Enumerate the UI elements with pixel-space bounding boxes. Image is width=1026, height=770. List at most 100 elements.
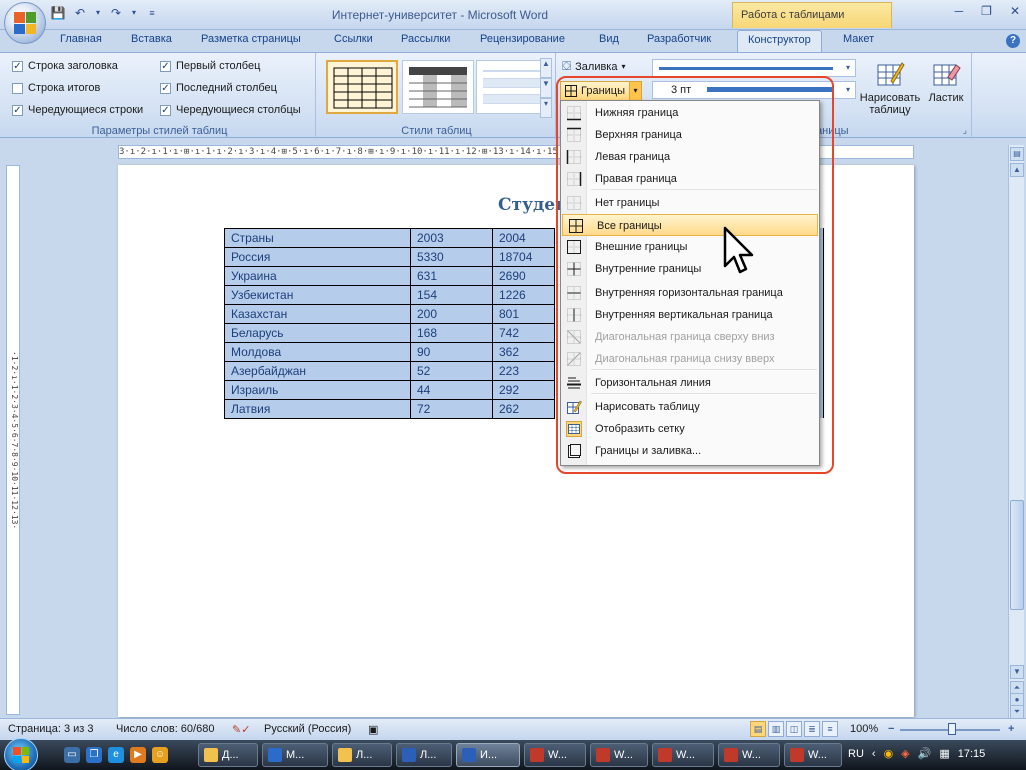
- gallery-up-icon[interactable]: ▲: [540, 58, 552, 78]
- menu-item-border-left[interactable]: Левая граница: [561, 146, 819, 168]
- start-button[interactable]: [4, 738, 38, 770]
- vertical-ruler[interactable]: ·1·2·ı·1·2·3·4·5·6·7·8·9·10·11·12·13·: [6, 165, 20, 715]
- table-cell[interactable]: 52: [410, 361, 493, 381]
- first-column-checkbox[interactable]: ✓ Первый столбец: [160, 60, 260, 72]
- table-cell[interactable]: Узбекистан: [224, 285, 411, 305]
- taskbar-button[interactable]: W...: [652, 743, 714, 767]
- switch-windows-icon[interactable]: ❐: [86, 747, 102, 763]
- help-icon[interactable]: ?: [1006, 34, 1020, 48]
- tray-icon[interactable]: ▦: [939, 747, 949, 760]
- table-cell[interactable]: 223: [492, 361, 555, 381]
- gallery-down-icon[interactable]: ▼: [540, 78, 552, 98]
- table-cell[interactable]: Азербайджан: [224, 361, 411, 381]
- macro-record-icon[interactable]: ▣: [368, 723, 378, 736]
- menu-item-border-top[interactable]: Верхняя граница: [561, 124, 819, 146]
- taskbar-button[interactable]: M...: [262, 743, 328, 767]
- table-cell[interactable]: 154: [410, 285, 493, 305]
- table-cell[interactable]: 72: [410, 399, 493, 419]
- table-cell[interactable]: 742: [492, 323, 555, 343]
- taskbar-button[interactable]: Л...: [332, 743, 392, 767]
- menu-item-border-inside-horizontal[interactable]: Внутренняя горизонтальная граница: [561, 282, 819, 304]
- messenger-icon[interactable]: ☺: [152, 747, 168, 763]
- table-style-thumb[interactable]: [476, 60, 548, 114]
- banded-columns-checkbox[interactable]: ✓ Чередующиеся столбцы: [160, 104, 301, 116]
- next-page-icon[interactable]: ⏷: [1010, 705, 1024, 719]
- scroll-down-icon[interactable]: ▼: [1010, 665, 1024, 679]
- table-cell[interactable]: 801: [492, 304, 555, 324]
- vertical-scrollbar[interactable]: ▤ ▲ ▼ ⏶ ● ⏷: [1008, 145, 1024, 720]
- outline-view-icon[interactable]: ≣: [804, 721, 820, 737]
- menu-item-border-none[interactable]: Нет границы: [561, 192, 819, 214]
- table-cell[interactable]: 44: [410, 380, 493, 400]
- table-cell[interactable]: Молдова: [224, 342, 411, 362]
- chevron-down-icon[interactable]: ▾: [629, 82, 641, 100]
- language-indicator[interactable]: Русский (Россия): [264, 723, 351, 735]
- menu-item-show-grid[interactable]: Отобразить сетку: [561, 418, 819, 440]
- table-cell[interactable]: 168: [410, 323, 493, 343]
- table-cell[interactable]: 2690: [492, 266, 555, 286]
- header-row-checkbox[interactable]: ✓ Строка заголовка: [12, 60, 118, 72]
- chevron-down-icon[interactable]: ▾: [841, 60, 855, 76]
- chevron-down-icon[interactable]: ▾: [841, 82, 855, 98]
- table-cell[interactable]: Россия: [224, 247, 411, 267]
- tab-developer[interactable]: Разработчик: [647, 33, 711, 45]
- table-row[interactable]: Украина 631 2690: [224, 266, 555, 286]
- table-row[interactable]: Азербайджан 52 223: [224, 361, 555, 381]
- table-cell[interactable]: 5330: [410, 247, 493, 267]
- menu-item-border-all[interactable]: Все границы: [562, 214, 818, 236]
- page-count[interactable]: Страница: 3 из 3: [8, 723, 94, 735]
- media-player-icon[interactable]: ▶: [130, 747, 146, 763]
- horizontal-ruler[interactable]: 3·ı·2·ı·1·ı·⊞·ı·1·ı·2·ı·3·ı·4·⊞·5·ı·6·ı·…: [0, 139, 1026, 165]
- eraser-button[interactable]: Ластик: [924, 59, 968, 104]
- table-row[interactable]: Латвия 72 262: [224, 399, 555, 419]
- menu-item-horizontal-line[interactable]: Горизонтальная линия: [561, 372, 819, 394]
- borders-button[interactable]: Границы ▾: [560, 81, 642, 101]
- tab-design[interactable]: Конструктор: [737, 30, 822, 52]
- menu-item-border-bottom[interactable]: Нижняя граница: [561, 102, 819, 124]
- table-cell[interactable]: 1226: [492, 285, 555, 305]
- table-cell[interactable]: 2004: [492, 228, 555, 248]
- spell-check-icon[interactable]: ✎✓: [232, 723, 250, 736]
- table-row[interactable]: Узбекистан 154 1226: [224, 285, 555, 305]
- internet-explorer-icon[interactable]: e: [108, 747, 124, 763]
- zoom-level[interactable]: 100%: [850, 723, 878, 735]
- show-desktop-icon[interactable]: ▭: [64, 747, 80, 763]
- table-row[interactable]: Казахстан 200 801: [224, 304, 555, 324]
- minimize-icon[interactable]: ─: [955, 4, 964, 18]
- table-cell[interactable]: 262: [492, 399, 555, 419]
- menu-item-border-inside[interactable]: Внутренние границы: [561, 258, 819, 280]
- total-row-checkbox[interactable]: Строка итогов: [12, 82, 100, 94]
- tab-references[interactable]: Ссылки: [334, 33, 373, 45]
- taskbar-button[interactable]: W...: [524, 743, 586, 767]
- table-cell[interactable]: 18704: [492, 247, 555, 267]
- tab-mailings[interactable]: Рассылки: [401, 33, 450, 45]
- network-icon[interactable]: ◉: [884, 747, 894, 760]
- draw-table-button[interactable]: Нарисовать таблицу: [856, 59, 924, 116]
- table-row[interactable]: Молдова 90 362: [224, 342, 555, 362]
- scroll-up-icon[interactable]: ▲: [1010, 163, 1024, 177]
- table-style-thumb[interactable]: [326, 60, 398, 114]
- print-layout-view-icon[interactable]: ▤: [750, 721, 766, 737]
- table-cell[interactable]: 90: [410, 342, 493, 362]
- word-count[interactable]: Число слов: 60/680: [116, 723, 214, 735]
- ruler-toggle-icon[interactable]: ▤: [1010, 147, 1024, 161]
- table-cell[interactable]: Казахстан: [224, 304, 411, 324]
- menu-item-border-inside-vertical[interactable]: Внутренняя вертикальная граница: [561, 304, 819, 326]
- tab-page-layout[interactable]: Разметка страницы: [201, 33, 301, 45]
- tab-view[interactable]: Вид: [599, 33, 619, 45]
- table-row[interactable]: Россия 5330 18704: [224, 247, 555, 267]
- dialog-launcher-icon[interactable]: ⌟: [963, 125, 967, 136]
- last-column-checkbox[interactable]: ✓ Последний столбец: [160, 82, 277, 94]
- table-cell[interactable]: 292: [492, 380, 555, 400]
- menu-item-draw-table[interactable]: Нарисовать таблицу: [561, 396, 819, 418]
- full-screen-reading-icon[interactable]: ▥: [768, 721, 784, 737]
- restore-icon[interactable]: ❐: [981, 4, 992, 18]
- taskbar-button[interactable]: Д...: [198, 743, 258, 767]
- office-button[interactable]: [4, 2, 46, 44]
- table-cell[interactable]: Страны: [224, 228, 411, 248]
- table-row[interactable]: Беларусь 168 742: [224, 323, 555, 343]
- taskbar-button[interactable]: W...: [590, 743, 648, 767]
- web-layout-icon[interactable]: ◫: [786, 721, 802, 737]
- document-table[interactable]: Страны 2003 2004 Россия 5330 18704 Украина 631 2…: [224, 228, 555, 419]
- table-row[interactable]: Израиль 44 292: [224, 380, 555, 400]
